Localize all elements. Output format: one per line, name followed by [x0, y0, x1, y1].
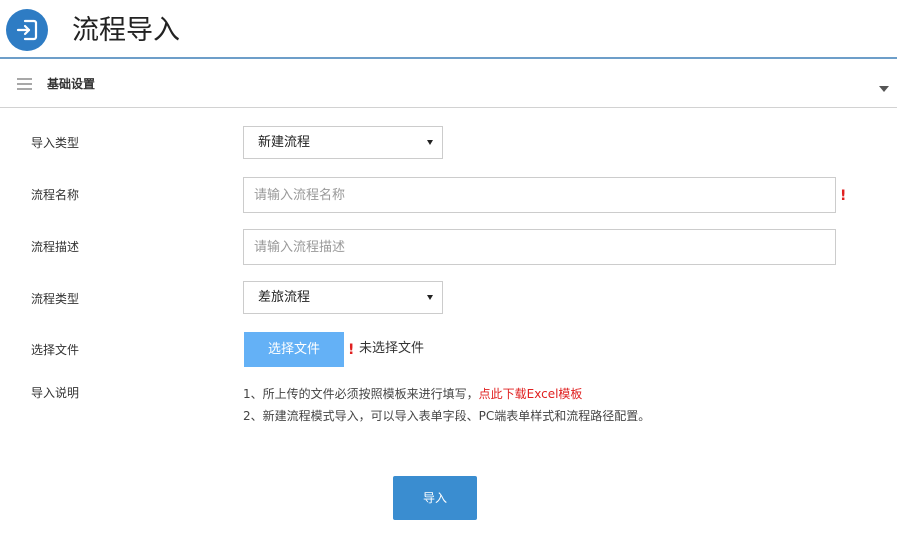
- flow-name-label: 流程名称: [31, 188, 80, 202]
- menu-icon: [17, 78, 32, 90]
- import-note-text: 1、所上传的文件必须按照模板来进行填写，: [243, 387, 479, 401]
- dropdown-arrow-icon: [427, 295, 433, 300]
- section-title: 基础设置: [47, 77, 96, 91]
- page-header: 流程导入: [0, 0, 897, 59]
- file-status-text: 未选择文件: [359, 341, 425, 356]
- required-mark: !: [348, 342, 355, 358]
- file-label: 选择文件: [31, 343, 80, 357]
- flow-desc-input[interactable]: [243, 229, 836, 265]
- dropdown-arrow-icon: [427, 140, 433, 145]
- import-note-line-2: 2、新建流程模式导入，可以导入表单字段、PC端表单样式和流程路径配置。: [243, 409, 651, 423]
- import-type-select[interactable]: 新建流程: [243, 126, 443, 159]
- import-note-line-1: 1、所上传的文件必须按照模板来进行填写，点此下载Excel模板: [243, 386, 582, 402]
- flow-desc-label: 流程描述: [31, 240, 80, 254]
- required-mark: !: [840, 188, 847, 204]
- flow-type-select[interactable]: 差旅流程: [243, 281, 443, 314]
- flow-name-input[interactable]: [243, 177, 836, 213]
- section-header-basic-settings[interactable]: 基础设置: [0, 60, 897, 108]
- import-button[interactable]: 导入: [393, 476, 477, 520]
- flow-type-value: 差旅流程: [258, 290, 311, 305]
- page-title: 流程导入: [72, 15, 180, 46]
- choose-file-button[interactable]: 选择文件: [244, 332, 344, 367]
- import-notes-label: 导入说明: [31, 386, 80, 400]
- caret-down-icon[interactable]: [879, 86, 889, 92]
- import-type-value: 新建流程: [258, 135, 311, 150]
- download-template-link[interactable]: 点此下载Excel模板: [479, 387, 583, 401]
- import-type-label: 导入类型: [31, 136, 80, 150]
- import-icon: [6, 9, 48, 51]
- flow-type-label: 流程类型: [31, 292, 80, 306]
